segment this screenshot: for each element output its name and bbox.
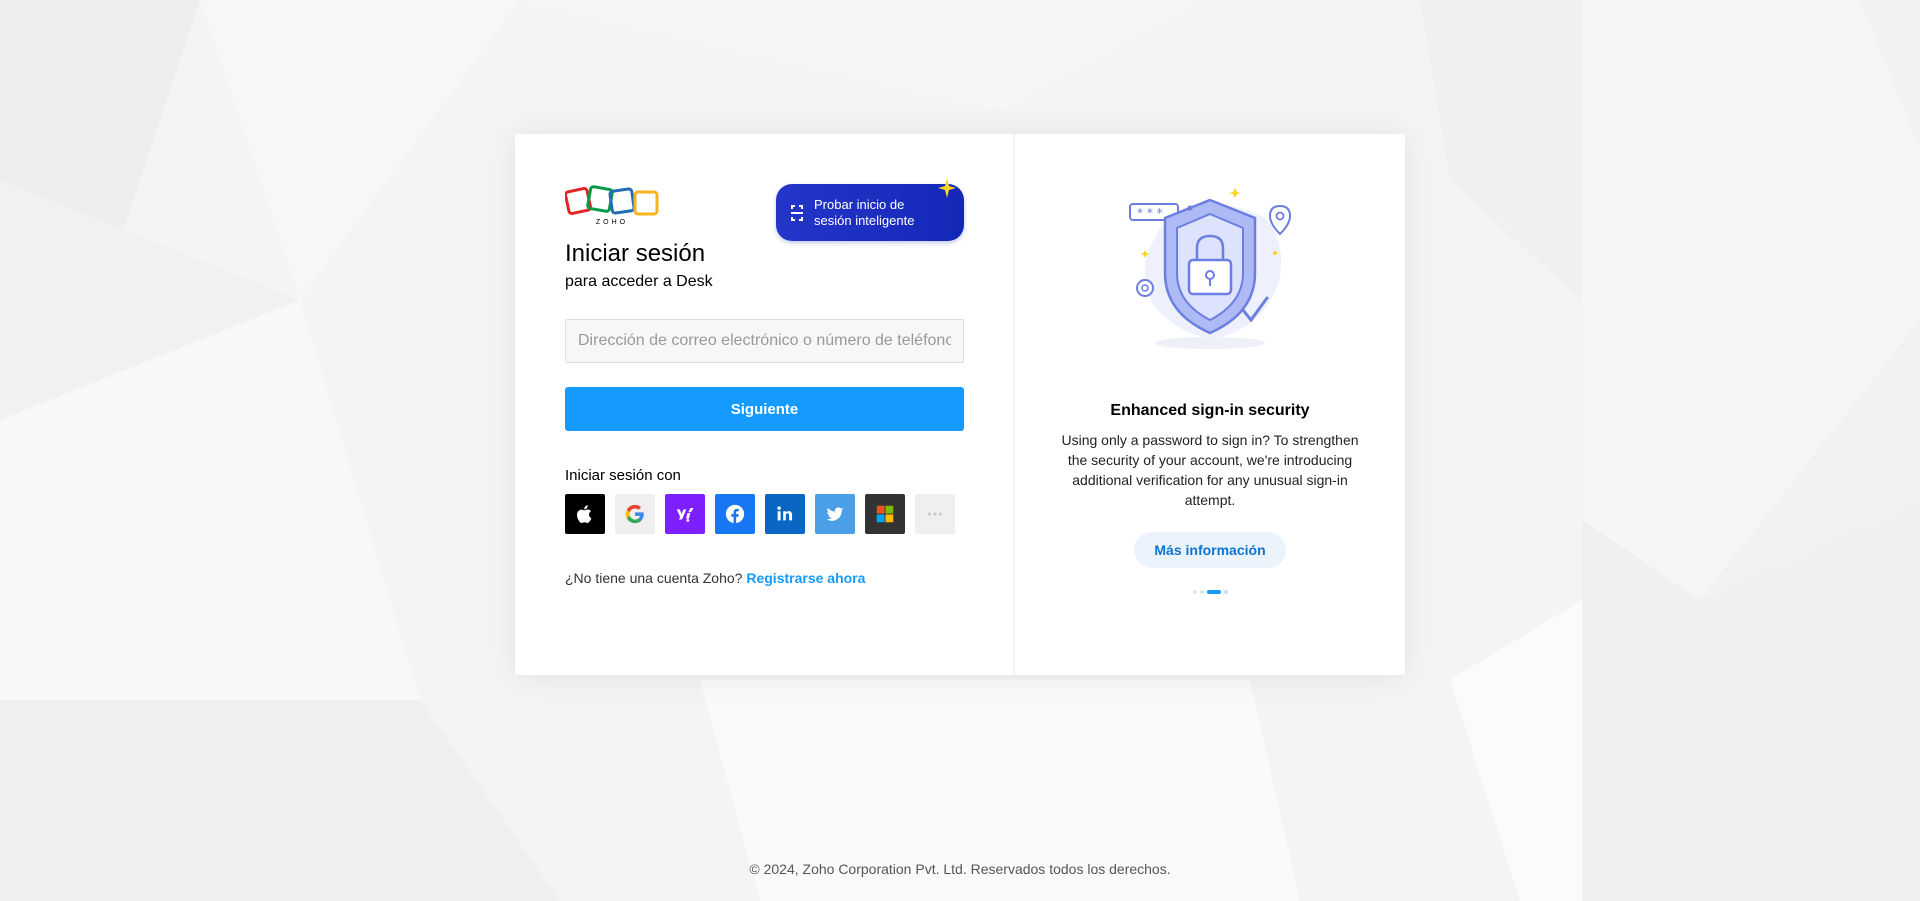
promo-description: Using only a password to sign in? To str… bbox=[1061, 432, 1359, 508]
twitter-icon bbox=[826, 507, 844, 521]
twitter-signin-button[interactable] bbox=[815, 494, 855, 534]
yahoo-signin-button[interactable] bbox=[665, 494, 705, 534]
logo-text: ZOHO bbox=[596, 219, 628, 226]
yahoo-icon bbox=[676, 508, 694, 522]
learn-more-button[interactable]: Más información bbox=[1134, 532, 1286, 568]
signin-panel: ZOHO Probar inicio de sesión inteligente… bbox=[515, 134, 1015, 675]
page-title: Iniciar sesión bbox=[565, 240, 706, 267]
carousel-dot-active[interactable] bbox=[1206, 590, 1221, 594]
microsoft-signin-button[interactable] bbox=[865, 494, 905, 534]
footer-copyright: © 2024, Zoho Corporation Pvt. Ltd. Reser… bbox=[749, 861, 1171, 877]
google-icon bbox=[625, 504, 644, 524]
facebook-icon bbox=[725, 504, 745, 524]
linkedin-icon bbox=[777, 506, 793, 521]
svg-text:* * *: * * * bbox=[1137, 206, 1163, 220]
login-card: ZOHO Probar inicio de sesión inteligente… bbox=[515, 134, 1405, 675]
sparkle-icon bbox=[938, 178, 956, 198]
facebook-signin-button[interactable] bbox=[715, 494, 755, 534]
security-shield-illustration: * * * bbox=[1129, 188, 1292, 349]
promo-title: Enhanced sign-in security bbox=[1110, 402, 1310, 419]
linkedin-signin-button[interactable] bbox=[765, 494, 805, 534]
smart-signin-label: Probar inicio de sesión inteligente bbox=[814, 196, 915, 228]
identity-providers bbox=[565, 494, 963, 534]
email-field[interactable] bbox=[565, 319, 964, 363]
signin-with-label: Iniciar sesión con bbox=[565, 467, 681, 484]
carousel-dot[interactable] bbox=[1199, 590, 1204, 594]
apple-signin-button[interactable] bbox=[565, 494, 605, 534]
promo-panel: * * * Enhanced sign-in security Using on… bbox=[1015, 134, 1405, 675]
no-account-text: ¿No tiene una cuenta Zoho? bbox=[565, 570, 743, 586]
next-button[interactable]: Siguiente bbox=[565, 387, 964, 431]
signup-prompt: ¿No tiene una cuenta Zoho? Registrarse a… bbox=[565, 570, 963, 586]
smart-signin-button[interactable]: Probar inicio de sesión inteligente bbox=[776, 178, 964, 241]
carousel-dot[interactable] bbox=[1192, 590, 1197, 594]
carousel-indicator bbox=[1015, 590, 1405, 594]
zoho-logo: ZOHO bbox=[565, 185, 659, 226]
microsoft-icon bbox=[876, 505, 894, 523]
signup-link[interactable]: Registrarse ahora bbox=[746, 570, 865, 586]
page-subtitle: para acceder a Desk bbox=[565, 273, 713, 290]
more-providers-button[interactable] bbox=[915, 494, 955, 534]
qr-code-icon bbox=[791, 204, 803, 221]
carousel-dot[interactable] bbox=[1223, 590, 1228, 594]
more-icon bbox=[928, 512, 942, 516]
apple-icon bbox=[577, 505, 592, 523]
google-signin-button[interactable] bbox=[615, 494, 655, 534]
